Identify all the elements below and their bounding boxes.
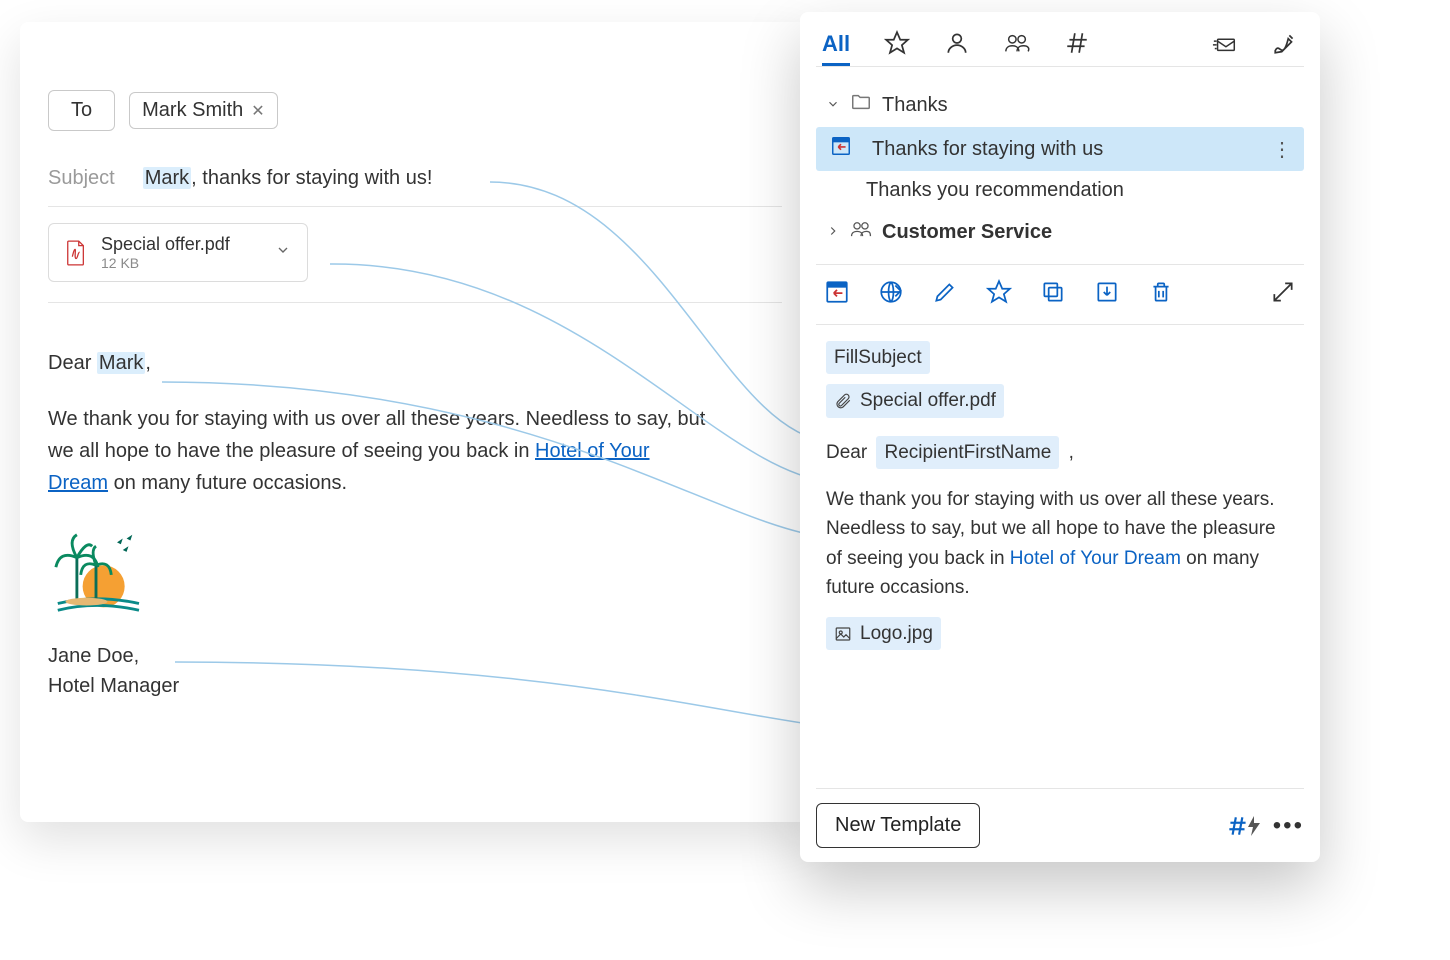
- tab-favorites[interactable]: [884, 30, 910, 56]
- hash-icon: [1064, 30, 1090, 56]
- attachment-field-label: Special offer.pdf: [860, 386, 996, 415]
- tab-edit[interactable]: [1272, 30, 1298, 56]
- subject-text-rest: , thanks for staying with us!: [191, 167, 432, 189]
- folder-thanks[interactable]: Thanks: [816, 83, 1304, 127]
- compose-window: To Mark Smith ✕ Subject Mark, thanks for…: [20, 22, 810, 822]
- template-preview: FillSubject Special offer.pdf Dear Recip…: [816, 325, 1304, 788]
- preview-comma: ,: [1069, 442, 1074, 463]
- copy-icon[interactable]: [1040, 279, 1066, 310]
- trash-icon[interactable]: [1148, 279, 1174, 310]
- attachment-card[interactable]: Special offer.pdf 12 KB: [48, 223, 308, 282]
- more-menu-icon[interactable]: •••: [1273, 812, 1304, 840]
- folder-icon: [850, 91, 872, 119]
- folder-customer-service-label: Customer Service: [882, 221, 1052, 244]
- new-template-button[interactable]: New Template: [816, 803, 980, 848]
- pencil-icon[interactable]: [932, 279, 958, 310]
- body-paragraph: We thank you for staying with us over al…: [48, 403, 708, 499]
- body-post: on many future occasions.: [108, 472, 347, 494]
- hash-bolt-icon[interactable]: [1225, 813, 1261, 839]
- attachment-name: Special offer.pdf: [101, 234, 230, 255]
- chevron-down-icon[interactable]: [275, 242, 291, 263]
- import-icon[interactable]: [1094, 279, 1120, 310]
- subject-input[interactable]: Mark, thanks for staying with us!: [143, 167, 433, 190]
- more-icon[interactable]: ⋮: [1272, 137, 1294, 162]
- recipient-name: Mark Smith: [142, 99, 243, 122]
- star-icon[interactable]: [986, 279, 1012, 310]
- person-icon: [944, 30, 970, 56]
- template-item-2-label: Thanks you recommendation: [866, 179, 1124, 202]
- subject-label: Subject: [48, 167, 115, 190]
- edit-html-icon[interactable]: [878, 279, 904, 310]
- template-item-selected[interactable]: Thanks for staying with us ⋮: [816, 127, 1304, 171]
- templates-panel: All Thanks: [800, 12, 1320, 862]
- tab-hash[interactable]: [1064, 30, 1090, 56]
- send-stack-icon: [1212, 30, 1238, 56]
- greeting-pre: Dear: [48, 352, 97, 374]
- image-icon: [834, 625, 852, 643]
- fillsubject-field[interactable]: FillSubject: [826, 341, 930, 374]
- tab-person[interactable]: [944, 30, 970, 56]
- recipient-chip[interactable]: Mark Smith ✕: [129, 92, 278, 129]
- preview-dear: Dear: [826, 442, 867, 463]
- preview-hotel-link[interactable]: Hotel of Your Dream: [1010, 548, 1181, 569]
- expand-icon[interactable]: [1270, 279, 1296, 310]
- attachment-field[interactable]: Special offer.pdf: [826, 384, 1004, 417]
- tabs-bar: All: [816, 30, 1304, 67]
- greeting-highlight: Mark: [97, 352, 145, 374]
- insert-icon[interactable]: [824, 279, 850, 310]
- paperclip-icon: [834, 392, 852, 410]
- people-icon: [850, 218, 872, 246]
- logo-field-label: Logo.jpg: [860, 619, 933, 648]
- folder-thanks-label: Thanks: [882, 94, 948, 117]
- pdf-icon: [65, 240, 87, 266]
- logo-field[interactable]: Logo.jpg: [826, 617, 941, 650]
- email-body[interactable]: Dear Mark, We thank you for staying with…: [48, 347, 782, 701]
- recipient-firstname-field[interactable]: RecipientFirstName: [876, 436, 1059, 469]
- signature-name: Jane Doe,: [48, 641, 782, 671]
- star-icon: [884, 30, 910, 56]
- people-icon: [1004, 30, 1030, 56]
- greeting-post: ,: [145, 352, 151, 374]
- attachment-size: 12 KB: [101, 255, 230, 271]
- chevron-right-icon: [826, 221, 840, 244]
- template-item-selected-label: Thanks for staying with us: [872, 138, 1103, 161]
- template-item-2[interactable]: Thanks you recommendation: [816, 171, 1304, 210]
- greeting-line: Dear Mark,: [48, 347, 782, 379]
- subject-highlight: Mark: [143, 167, 191, 189]
- template-toolbar: [816, 265, 1304, 325]
- logo-image: [48, 529, 144, 615]
- preview-paragraph: We thank you for staying with us over al…: [826, 485, 1294, 603]
- panel-footer: New Template •••: [816, 788, 1304, 848]
- tab-send[interactable]: [1212, 30, 1238, 56]
- folder-customer-service[interactable]: Customer Service: [816, 210, 1304, 254]
- tab-people[interactable]: [1004, 30, 1030, 56]
- template-insert-icon: [830, 135, 852, 163]
- tab-all[interactable]: All: [822, 31, 850, 66]
- remove-recipient-icon[interactable]: ✕: [251, 101, 264, 121]
- edit-sign-icon: [1272, 30, 1298, 56]
- chevron-down-icon: [826, 94, 840, 117]
- template-tree: Thanks Thanks for staying with us ⋮ Than…: [816, 67, 1304, 265]
- to-button[interactable]: To: [48, 90, 115, 131]
- signature-title: Hotel Manager: [48, 671, 782, 701]
